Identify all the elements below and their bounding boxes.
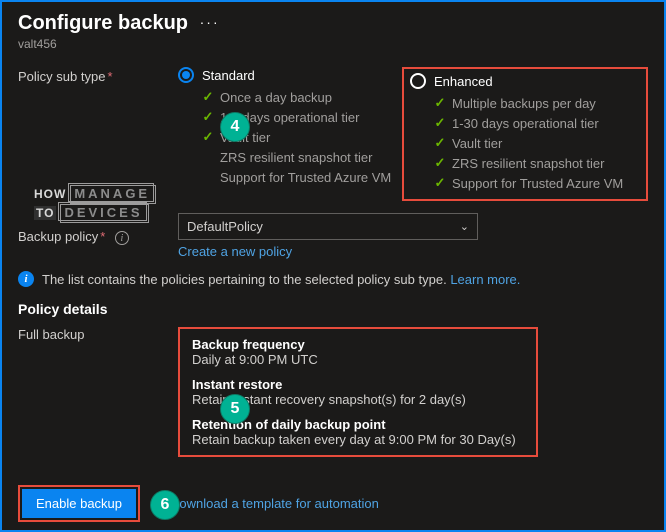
backup-policy-value: DefaultPolicy: [187, 219, 263, 234]
policy-details-box: Backup frequency Daily at 9:00 PM UTC In…: [178, 327, 538, 457]
check-icon: ✓: [202, 109, 214, 125]
check-icon: ✓: [202, 89, 214, 105]
enable-backup-highlight: Enable backup: [18, 485, 140, 522]
check-icon: ✓: [434, 175, 446, 191]
backup-policy-label: Backup policy* i: [18, 227, 178, 246]
check-icon: ✓: [434, 95, 446, 111]
callout-step-4: 4: [220, 112, 250, 142]
option-standard-label: Standard: [202, 68, 255, 83]
enable-backup-button[interactable]: Enable backup: [22, 489, 136, 518]
option-standard[interactable]: Standard ✓Once a day backup ✓1-5 days op…: [178, 67, 408, 201]
check-icon: ✓: [202, 129, 214, 145]
callout-step-6: 6: [150, 490, 180, 520]
instant-restore-heading: Instant restore: [192, 377, 524, 392]
learn-more-link[interactable]: Learn more.: [450, 272, 520, 287]
page-title: Configure backup: [18, 12, 188, 35]
check-icon: ✓: [434, 115, 446, 131]
retention-value: Retain backup taken every day at 9:00 PM…: [192, 432, 524, 447]
callout-step-5: 5: [220, 394, 250, 424]
info-icon[interactable]: i: [115, 231, 129, 245]
option-enhanced-label: Enhanced: [434, 74, 493, 89]
info-banner: i The list contains the policies pertain…: [18, 271, 648, 287]
backup-policy-select[interactable]: DefaultPolicy ⌄: [178, 213, 478, 240]
radio-standard[interactable]: [178, 67, 194, 83]
option-enhanced[interactable]: Enhanced ✓Multiple backups per day ✓1-30…: [402, 67, 648, 201]
full-backup-label: Full backup: [18, 327, 178, 342]
breadcrumb: valt456: [18, 37, 648, 51]
more-icon[interactable]: ···: [200, 14, 220, 30]
radio-enhanced[interactable]: [410, 73, 426, 89]
download-template-link[interactable]: Download a template for automation: [170, 496, 379, 511]
info-icon: i: [18, 271, 34, 287]
check-icon: ✓: [434, 155, 446, 171]
policy-sub-type-label: Policy sub type*: [18, 67, 178, 84]
frequency-value: Daily at 9:00 PM UTC: [192, 352, 524, 367]
frequency-heading: Backup frequency: [192, 337, 524, 352]
policy-details-heading: Policy details: [18, 301, 648, 317]
create-policy-link[interactable]: Create a new policy: [178, 244, 292, 259]
check-icon: ✓: [434, 135, 446, 151]
page-header: Configure backup ··· valt456: [2, 2, 664, 57]
chevron-down-icon: ⌄: [460, 220, 469, 233]
